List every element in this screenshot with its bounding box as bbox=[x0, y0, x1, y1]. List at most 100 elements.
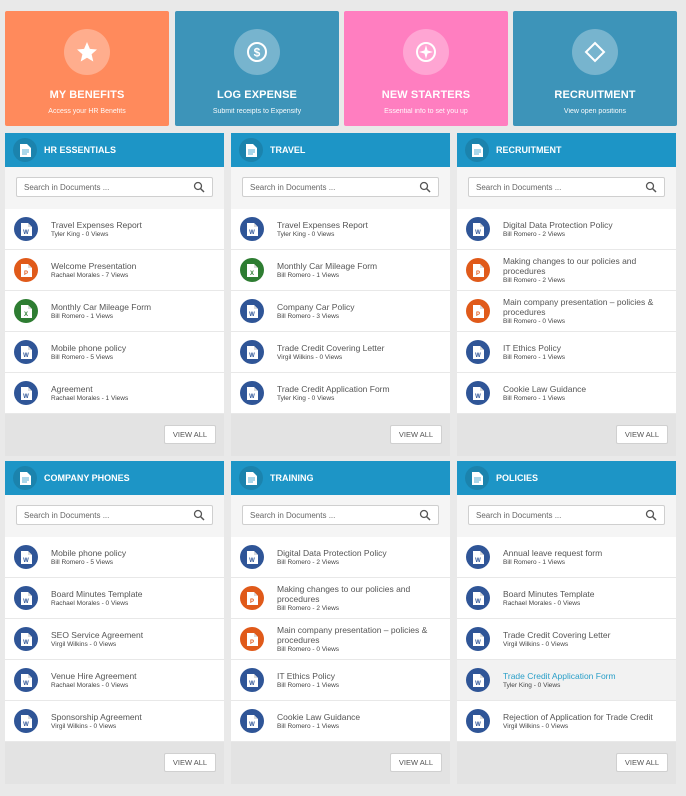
list-item[interactable]: W Digital Data Protection Policy Bill Rome… bbox=[231, 537, 450, 578]
document-name[interactable]: SEO Service Agreement bbox=[51, 630, 211, 640]
search-input[interactable] bbox=[476, 182, 626, 192]
document-name[interactable]: Board Minutes Template bbox=[51, 589, 211, 599]
svg-text:P: P bbox=[249, 599, 253, 605]
tile-recruitment[interactable]: RECRUITMENT View open positions bbox=[513, 11, 677, 126]
list-item[interactable]: W IT Ethics Policy Bill Romero - 1 Views bbox=[457, 332, 676, 373]
search-box[interactable] bbox=[16, 177, 213, 197]
document-name[interactable]: Main company presentation – policies & p… bbox=[277, 625, 437, 645]
document-name[interactable]: Mobile phone policy bbox=[51, 343, 211, 353]
word-file-icon: W bbox=[240, 709, 264, 733]
search-input[interactable] bbox=[24, 510, 174, 520]
search-icon[interactable] bbox=[193, 509, 205, 521]
view-all-button[interactable]: VIEW ALL bbox=[390, 425, 442, 444]
search-box[interactable] bbox=[468, 177, 665, 197]
list-item[interactable]: W Mobile phone policy Bill Romero - 5 View… bbox=[5, 537, 224, 578]
list-item[interactable]: P Main company presentation – policies & … bbox=[231, 619, 450, 660]
list-item[interactable]: W Rejection of Application for Trade Cred… bbox=[457, 701, 676, 742]
search-icon[interactable] bbox=[645, 509, 657, 521]
document-name[interactable]: Monthly Car Mileage Form bbox=[277, 261, 437, 271]
search-box[interactable] bbox=[16, 505, 213, 525]
search-input[interactable] bbox=[476, 510, 626, 520]
document-name[interactable]: Travel Expenses Report bbox=[51, 220, 211, 230]
document-name[interactable]: IT Ethics Policy bbox=[277, 671, 437, 681]
view-all-button[interactable]: VIEW ALL bbox=[616, 753, 668, 772]
document-name[interactable]: Digital Data Protection Policy bbox=[277, 548, 437, 558]
list-item[interactable]: W Travel Expenses Report Tyler King - 0 Vi… bbox=[231, 209, 450, 250]
view-all-button[interactable]: VIEW ALL bbox=[164, 425, 216, 444]
search-box[interactable] bbox=[242, 505, 439, 525]
search-icon[interactable] bbox=[193, 181, 205, 193]
search-box[interactable] bbox=[242, 177, 439, 197]
search-icon[interactable] bbox=[645, 181, 657, 193]
document-name[interactable]: Venue Hire Agreement bbox=[51, 671, 211, 681]
list-item[interactable]: W Cookie Law Guidance Bill Romero - 1 View… bbox=[231, 701, 450, 742]
view-all-button[interactable]: VIEW ALL bbox=[616, 425, 668, 444]
tile-new-starters[interactable]: NEW STARTERS Essential info to set you u… bbox=[344, 11, 508, 126]
document-name[interactable]: Welcome Presentation bbox=[51, 261, 211, 271]
document-name[interactable]: Trade Credit Covering Letter bbox=[503, 630, 663, 640]
search-box[interactable] bbox=[468, 505, 665, 525]
search-icon[interactable] bbox=[419, 509, 431, 521]
document-name[interactable]: Sponsorship Agreement bbox=[51, 712, 211, 722]
document-name[interactable]: Annual leave request form bbox=[503, 548, 663, 558]
list-item[interactable]: W Sponsorship Agreement Virgil Wilkins - 0… bbox=[5, 701, 224, 742]
panel-header: POLICIES bbox=[457, 461, 676, 495]
list-item[interactable]: W Cookie Law Guidance Bill Romero - 1 View… bbox=[457, 373, 676, 414]
view-all-button[interactable]: VIEW ALL bbox=[390, 753, 442, 772]
list-item[interactable]: W Venue Hire Agreement Rachael Morales - 0… bbox=[5, 660, 224, 701]
svg-text:W: W bbox=[23, 640, 29, 646]
list-item[interactable]: W Agreement Rachael Morales - 1 Views bbox=[5, 373, 224, 414]
view-all-button[interactable]: VIEW ALL bbox=[164, 753, 216, 772]
list-item[interactable]: W Board Minutes Template Rachael Morales -… bbox=[5, 578, 224, 619]
document-icon bbox=[465, 138, 489, 162]
document-meta: Bill Romero - 1 Views bbox=[503, 559, 566, 566]
list-item[interactable]: P Making changes to our policies and proc… bbox=[231, 578, 450, 619]
document-icon bbox=[239, 466, 263, 490]
document-name[interactable]: Making changes to our policies and proce… bbox=[503, 256, 663, 276]
list-item[interactable]: P Making changes to our policies and proc… bbox=[457, 250, 676, 291]
document-name[interactable]: Main company presentation – policies & p… bbox=[503, 297, 663, 317]
list-item[interactable]: W Company Car Policy Bill Romero - 3 Views bbox=[231, 291, 450, 332]
search-input[interactable] bbox=[250, 510, 400, 520]
tile-my-benefits[interactable]: MY BENEFITS Access your HR Benefits bbox=[5, 11, 169, 126]
document-name[interactable]: Agreement bbox=[51, 384, 211, 394]
document-name[interactable]: Travel Expenses Report bbox=[277, 220, 437, 230]
svg-text:W: W bbox=[475, 640, 481, 646]
document-name[interactable]: Trade Credit Application Form bbox=[277, 384, 437, 394]
list-item[interactable]: W Board Minutes Template Rachael Morales -… bbox=[457, 578, 676, 619]
list-item[interactable]: X Monthly Car Mileage Form Bill Romero - 1… bbox=[231, 250, 450, 291]
list-item[interactable]: W Digital Data Protection Policy Bill Rome… bbox=[457, 209, 676, 250]
list-item[interactable]: W Trade Credit Application Form Tyler King… bbox=[231, 373, 450, 414]
tile-log-expense[interactable]: $ LOG EXPENSE Submit receipts to Expensi… bbox=[175, 11, 339, 126]
list-item[interactable]: W IT Ethics Policy Bill Romero - 1 Views bbox=[231, 660, 450, 701]
list-item[interactable]: W SEO Service Agreement Virgil Wilkins - 0… bbox=[5, 619, 224, 660]
document-name[interactable]: Trade Credit Covering Letter bbox=[277, 343, 437, 353]
document-name[interactable]: Making changes to our policies and proce… bbox=[277, 584, 437, 604]
search-bar bbox=[231, 167, 450, 209]
panel-title: HR ESSENTIALS bbox=[44, 145, 117, 155]
list-item[interactable]: X Monthly Car Mileage Form Bill Romero - 1… bbox=[5, 291, 224, 332]
document-name[interactable]: Rejection of Application for Trade Credi… bbox=[503, 712, 663, 722]
list-item[interactable]: W Trade Credit Covering Letter Virgil Wilk… bbox=[457, 619, 676, 660]
search-icon[interactable] bbox=[419, 181, 431, 193]
search-input[interactable] bbox=[24, 182, 174, 192]
document-name[interactable]: Digital Data Protection Policy bbox=[503, 220, 663, 230]
document-name[interactable]: Monthly Car Mileage Form bbox=[51, 302, 211, 312]
list-item[interactable]: W Annual leave request form Bill Romero - … bbox=[457, 537, 676, 578]
list-item[interactable]: W Trade Credit Application Form Tyler King… bbox=[457, 660, 676, 701]
document-name[interactable]: IT Ethics Policy bbox=[503, 343, 663, 353]
list-item[interactable]: P Welcome Presentation Rachael Morales - 7… bbox=[5, 250, 224, 291]
document-name[interactable]: Cookie Law Guidance bbox=[503, 384, 663, 394]
document-name[interactable]: Mobile phone policy bbox=[51, 548, 211, 558]
document-name[interactable]: Board Minutes Template bbox=[503, 589, 663, 599]
list-item[interactable]: W Mobile phone policy Bill Romero - 5 View… bbox=[5, 332, 224, 373]
list-item[interactable]: P Main company presentation – policies & … bbox=[457, 291, 676, 332]
document-name[interactable]: Company Car Policy bbox=[277, 302, 437, 312]
document-list: W Digital Data Protection Policy Bill Rome… bbox=[457, 209, 676, 414]
document-name[interactable]: Trade Credit Application Form bbox=[503, 671, 663, 681]
list-item[interactable]: W Travel Expenses Report Tyler King - 0 Vi… bbox=[5, 209, 224, 250]
panel-recruitment: RECRUITMENT W Digital Data Protection Poli… bbox=[457, 133, 676, 456]
document-name[interactable]: Cookie Law Guidance bbox=[277, 712, 437, 722]
list-item[interactable]: W Trade Credit Covering Letter Virgil Wilk… bbox=[231, 332, 450, 373]
search-input[interactable] bbox=[250, 182, 400, 192]
